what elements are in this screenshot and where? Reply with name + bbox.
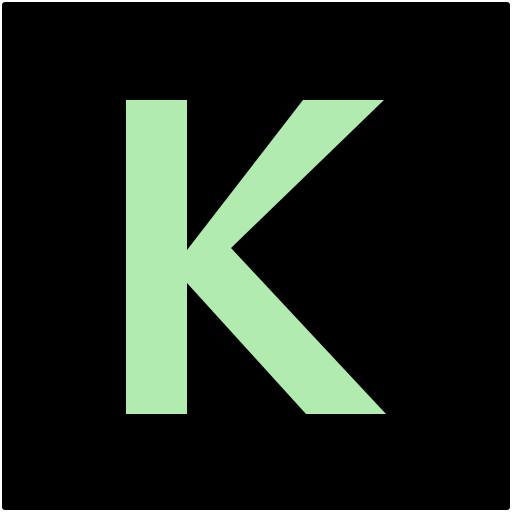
app-icon-tile: K [0,0,512,512]
letter-k-icon [126,100,386,414]
